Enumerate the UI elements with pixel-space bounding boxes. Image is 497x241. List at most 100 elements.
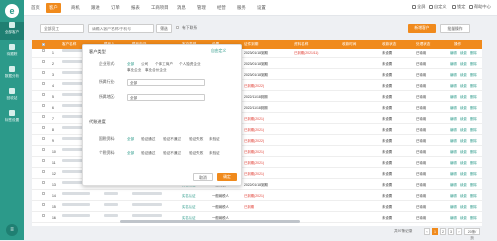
delete-button[interactable]: 删除	[470, 137, 477, 146]
row-checkbox[interactable]	[42, 82, 45, 85]
edit-button[interactable]: 编辑	[450, 126, 457, 135]
renew-button[interactable]: 续费	[460, 214, 467, 223]
row-checkbox[interactable]	[42, 93, 45, 96]
renew-button[interactable]: 续费	[460, 93, 467, 102]
edit-button[interactable]: 编辑	[450, 115, 457, 124]
enterprise-option-sole[interactable]: 个人独资企业	[179, 62, 201, 67]
personal-option-all[interactable]: 全部	[127, 151, 134, 156]
renew-button[interactable]: 续费	[460, 82, 467, 91]
edit-button[interactable]: 编辑	[450, 137, 457, 146]
tax-option-passed[interactable]: 验证通过	[141, 137, 155, 142]
row-checkbox[interactable]	[42, 148, 45, 151]
delete-button[interactable]: 删除	[470, 126, 477, 135]
delete-button[interactable]: 删除	[470, 148, 477, 157]
renew-button[interactable]: 续费	[460, 148, 467, 157]
nav-operations[interactable]: 经营	[214, 3, 229, 13]
row-checkbox[interactable]	[42, 60, 45, 63]
enterprise-option-individual[interactable]: 个体工商户	[155, 62, 173, 67]
delete-button[interactable]: 删除	[470, 214, 477, 223]
renew-button[interactable]: 续费	[460, 203, 467, 212]
sidebar-item-tags[interactable]: 标签设置	[0, 110, 24, 128]
sidebar-item-analysis[interactable]: 数据分析	[0, 66, 24, 84]
edit-button[interactable]: 编辑	[450, 148, 457, 157]
edit-button[interactable]: 编辑	[450, 93, 457, 102]
page-3[interactable]: 3	[448, 228, 454, 235]
personal-option-passed[interactable]: 验证通过	[141, 151, 155, 156]
renew-button[interactable]: 续费	[460, 126, 467, 135]
sidebar-item-tracking[interactable]: 待跟踪	[0, 44, 24, 62]
nav-orders[interactable]: 订单	[108, 3, 123, 13]
renew-button[interactable]: 续费	[460, 60, 467, 69]
renew-button[interactable]: 续费	[460, 170, 467, 179]
realname-link[interactable]: 实名认证	[182, 203, 196, 212]
table-row[interactable]: 15 实名认证 一般纳税人 已到期 未设置 已待用 编辑 续费 删除	[32, 203, 482, 212]
row-checkbox[interactable]	[42, 115, 45, 118]
row-checkbox[interactable]	[42, 49, 45, 52]
table-row[interactable]: 14 实名认证 一般纳税人 已到期(2021) 未设置 已待用 编辑 续费 删除	[32, 192, 482, 201]
tax-option-not-passed[interactable]: 验证不通过	[163, 137, 181, 142]
page-2[interactable]: 2	[440, 228, 446, 235]
edit-button[interactable]: 编辑	[450, 170, 457, 179]
page-1[interactable]: 1	[432, 228, 438, 235]
new-customer-button[interactable]: 新增客户	[408, 24, 436, 33]
enterprise-option-partner[interactable]: 事业合伙企业	[145, 68, 167, 73]
edit-button[interactable]: 编辑	[450, 181, 457, 190]
edit-button[interactable]: 编辑	[450, 60, 457, 69]
enterprise-option-all[interactable]: 全部	[127, 62, 134, 67]
batch-operation-button[interactable]: 批量操作	[440, 24, 470, 33]
tax-option-all[interactable]: 全部	[127, 137, 134, 142]
tax-option-failed[interactable]: 验证失败	[189, 137, 203, 142]
row-checkbox[interactable]	[42, 71, 45, 74]
lock-button[interactable]: 锁定	[452, 4, 465, 10]
delete-button[interactable]: 删除	[470, 159, 477, 168]
delete-button[interactable]: 删除	[470, 60, 477, 69]
edit-button[interactable]: 编辑	[450, 104, 457, 113]
tax-option-unverified[interactable]: 未验证	[209, 137, 220, 142]
edit-button[interactable]: 编辑	[450, 82, 457, 91]
customize-button[interactable]: 自定义	[429, 4, 447, 10]
row-checkbox[interactable]	[42, 181, 45, 184]
personal-option-unverified[interactable]: 未验证	[209, 151, 220, 156]
nav-customers[interactable]: 客户	[46, 3, 61, 13]
delete-button[interactable]: 删除	[470, 71, 477, 80]
enterprise-option-public[interactable]: 事业企业	[127, 68, 141, 73]
page-next[interactable]: ›	[456, 228, 462, 235]
delete-button[interactable]: 删除	[470, 181, 477, 190]
select-all-checkbox[interactable]	[42, 43, 45, 46]
delete-button[interactable]: 删除	[470, 192, 477, 201]
delete-button[interactable]: 删除	[470, 115, 477, 124]
edit-button[interactable]: 编辑	[450, 49, 457, 58]
edit-button[interactable]: 编辑	[450, 159, 457, 168]
renew-button[interactable]: 续费	[460, 181, 467, 190]
cancel-button[interactable]: 取消	[193, 173, 213, 181]
customize-link[interactable]: 自由定义	[211, 49, 226, 54]
row-checkbox[interactable]	[42, 126, 45, 129]
page-size-select[interactable]: 20条/页	[464, 228, 480, 240]
realname-link[interactable]: 实名认证	[182, 192, 196, 201]
row-checkbox[interactable]	[42, 214, 45, 217]
menu-icon[interactable]: ≡	[6, 224, 18, 236]
horizontal-scrollbar[interactable]	[120, 220, 300, 223]
delete-button[interactable]: 删除	[470, 82, 477, 91]
confirm-button[interactable]: 确定	[217, 173, 237, 181]
personal-option-failed[interactable]: 验证失败	[189, 151, 203, 156]
page-prev[interactable]: ‹	[424, 228, 430, 235]
row-checkbox[interactable]	[42, 192, 45, 195]
edit-button[interactable]: 编辑	[450, 192, 457, 201]
help-button[interactable]: 帮助中心	[469, 4, 491, 10]
sidebar-item-all-customers[interactable]: 全部客户	[0, 22, 24, 40]
row-checkbox[interactable]	[42, 170, 45, 173]
row-checkbox[interactable]	[42, 104, 45, 107]
nav-business-projects[interactable]: 工商项目	[148, 3, 172, 13]
contact-checkbox[interactable]: 有下联系	[176, 24, 204, 33]
renew-button[interactable]: 续费	[460, 115, 467, 124]
search-input[interactable]	[88, 24, 154, 33]
renew-button[interactable]: 续费	[460, 49, 467, 58]
renew-button[interactable]: 续费	[460, 159, 467, 168]
edit-button[interactable]: 编辑	[450, 203, 457, 212]
filter-button[interactable]: 筛选	[156, 24, 172, 33]
nav-services[interactable]: 服务	[234, 3, 249, 13]
edit-button[interactable]: 编辑	[450, 71, 457, 80]
renew-button[interactable]: 续费	[460, 104, 467, 113]
employee-filter-select[interactable]: 全部员工	[40, 24, 84, 33]
